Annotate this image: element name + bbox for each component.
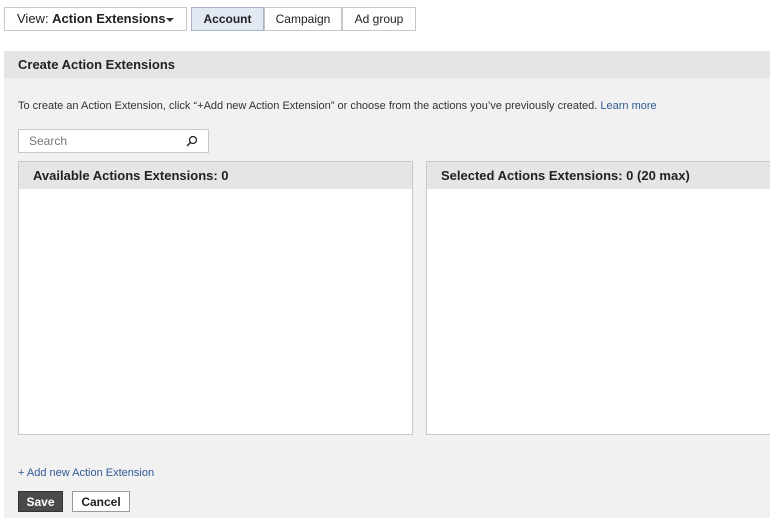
view-dropdown[interactable]: View: Action Extensions [4,7,187,31]
view-value: Action Extensions [52,11,166,26]
intro-text: To create an Action Extension, click “+A… [18,100,657,112]
available-list[interactable]: Available Actions Extensions: 0 [18,161,413,435]
tab-account[interactable]: Account [191,7,264,31]
search-placeholder: Search [29,134,68,148]
learn-more-link[interactable]: Learn more [600,100,656,112]
cancel-button[interactable]: Cancel [72,491,130,512]
intro-message: To create an Action Extension, click “+A… [18,100,601,112]
chevron-down-icon [166,18,174,22]
selected-list[interactable]: Selected Actions Extensions: 0 (20 max) [426,161,770,435]
tab-campaign[interactable]: Campaign [264,7,342,31]
save-button[interactable]: Save [18,491,63,512]
view-prefix: View: [17,11,53,26]
search-icon[interactable] [186,135,198,147]
panel-header: Create Action Extensions [4,51,770,78]
available-header: Available Actions Extensions: 0 [19,162,412,189]
selected-header: Selected Actions Extensions: 0 (20 max) [427,162,770,189]
add-new-action-extension-link[interactable]: + Add new Action Extension [18,467,154,479]
create-action-extensions-panel: Create Action Extensions To create an Ac… [4,51,770,518]
tab-ad-group[interactable]: Ad group [342,7,416,31]
search-input[interactable]: Search [18,129,209,153]
panel-title: Create Action Extensions [18,57,176,72]
